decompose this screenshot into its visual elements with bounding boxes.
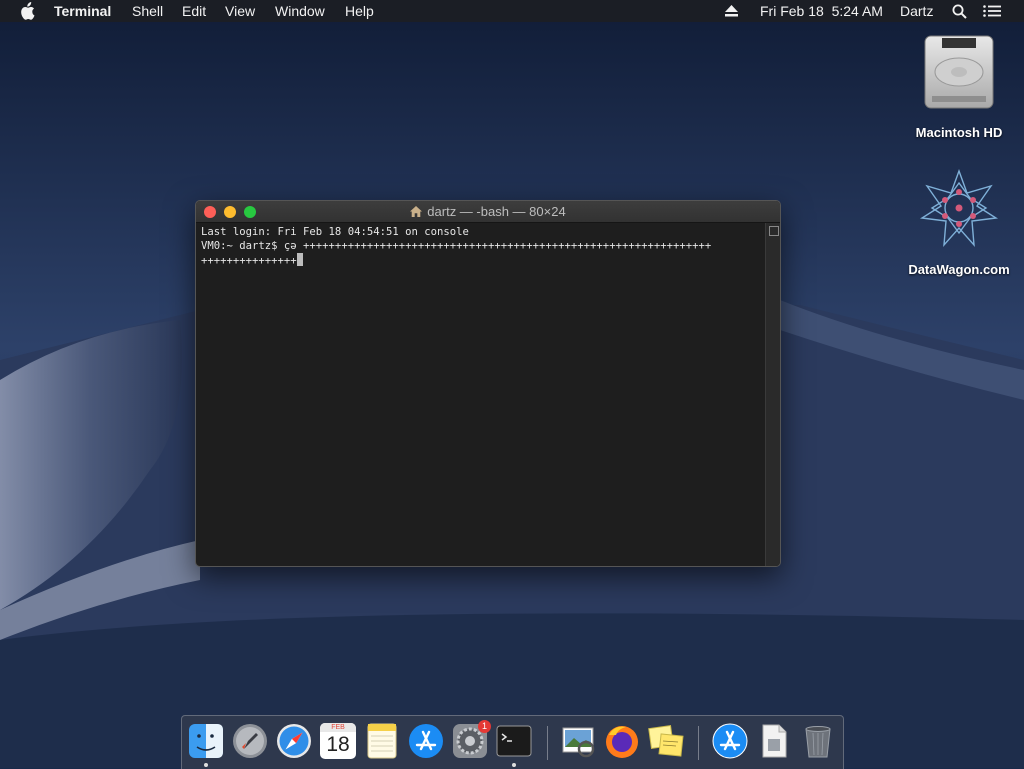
split-pane-icon[interactable] <box>769 226 779 236</box>
running-indicator <box>204 763 208 767</box>
dock: FEB 18 1 <box>181 715 844 769</box>
firefox-icon[interactable] <box>604 723 640 759</box>
desktop-icon-datawagon[interactable]: DataWagon.com <box>900 168 1018 280</box>
eject-icon[interactable] <box>725 5 738 17</box>
desktop-icon-macintosh-hd[interactable]: Macintosh HD <box>905 32 1013 142</box>
menu-window[interactable]: Window <box>275 3 325 19</box>
safari-icon[interactable] <box>276 723 312 759</box>
notification-badge: 1 <box>478 720 491 733</box>
menu-bar: Terminal Shell Edit View Window Help Fri… <box>0 0 1024 22</box>
menu-edit[interactable]: Edit <box>182 3 206 19</box>
downloads-stack-icon[interactable] <box>712 723 748 759</box>
desktop-icon-label: DataWagon.com <box>908 262 1010 277</box>
calendar-month: FEB <box>320 723 356 732</box>
calendar-icon[interactable]: FEB 18 <box>320 723 356 759</box>
window-titlebar[interactable]: dartz — -bash — 80×24 <box>196 201 780 223</box>
terminal-app-icon[interactable] <box>496 723 532 759</box>
running-indicator <box>512 763 516 767</box>
launchpad-icon[interactable] <box>232 723 268 759</box>
menu-clock[interactable]: Fri Feb 18 5:24 AM <box>760 3 883 19</box>
datawagon-logo-icon <box>919 168 999 248</box>
dock-separator <box>547 726 548 760</box>
terminal-line: +++++++++++++++ <box>201 255 297 267</box>
menu-shell[interactable]: Shell <box>132 3 163 19</box>
spotlight-search-icon[interactable] <box>952 4 967 19</box>
terminal-line: VM0:~ dartz$ çə ++++++++++++++++++++++++… <box>201 240 712 252</box>
hard-drive-icon <box>924 35 994 109</box>
dock-separator <box>698 726 699 760</box>
menu-help[interactable]: Help <box>345 3 374 19</box>
calendar-day: 18 <box>326 733 350 756</box>
notes-icon[interactable] <box>364 723 400 759</box>
stickies-icon[interactable] <box>648 723 684 759</box>
scrollbar[interactable] <box>765 223 780 566</box>
home-folder-icon <box>410 206 423 217</box>
menu-view[interactable]: View <box>225 3 255 19</box>
notification-center-icon[interactable] <box>983 5 1001 17</box>
menu-app-terminal[interactable]: Terminal <box>54 3 111 19</box>
apple-menu-icon[interactable] <box>19 2 35 20</box>
finder-icon[interactable] <box>188 723 224 759</box>
window-title-text: dartz — -bash — 80×24 <box>427 204 566 219</box>
text-cursor <box>296 253 303 266</box>
trash-icon[interactable] <box>800 723 836 759</box>
app-store-icon[interactable] <box>408 723 444 759</box>
terminal-output[interactable]: Last login: Fri Feb 18 04:54:51 on conso… <box>201 225 761 268</box>
terminal-line-with-cursor: +++++++++++++++ <box>201 253 761 268</box>
window-title: dartz — -bash — 80×24 <box>196 204 780 219</box>
terminal-line: Last login: Fri Feb 18 04:54:51 on conso… <box>201 226 469 238</box>
terminal-window[interactable]: dartz — -bash — 80×24 Last login: Fri Fe… <box>195 200 781 567</box>
desktop-icon-label: Macintosh HD <box>915 125 1003 140</box>
menu-user[interactable]: Dartz <box>900 3 933 19</box>
document-icon[interactable] <box>756 723 792 759</box>
preview-icon[interactable] <box>560 723 596 759</box>
